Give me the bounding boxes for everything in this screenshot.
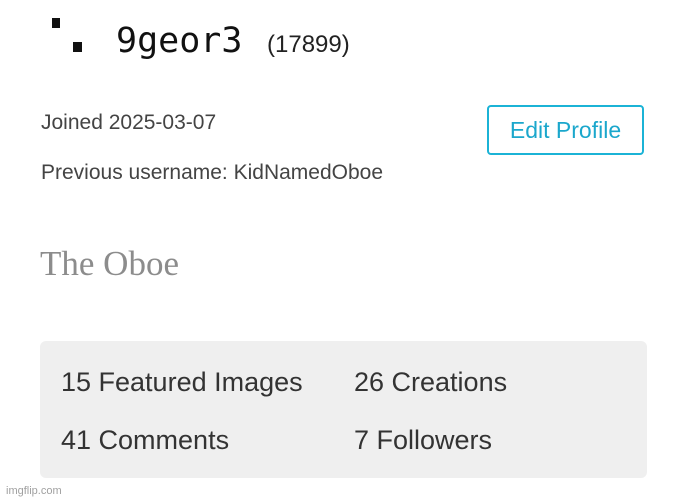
profile-bio: The Oboe [40, 244, 179, 283]
imgflip-watermark: imgflip.com [6, 485, 62, 497]
user-points: (17899) [267, 31, 350, 58]
edit-profile-button[interactable]: Edit Profile [487, 105, 644, 155]
avatar [52, 18, 88, 54]
stat-featured-images[interactable]: 15 Featured Images [61, 362, 303, 402]
username: 9geor3 [116, 21, 243, 61]
avatar-pixel [52, 18, 60, 28]
stat-comments[interactable]: 41 Comments [61, 420, 229, 460]
stats-panel: 15 Featured Images 26 Creations 41 Comme… [40, 341, 647, 478]
stat-followers[interactable]: 7 Followers [354, 420, 492, 460]
avatar-pixel [73, 42, 82, 52]
joined-date: Joined 2025-03-07 [41, 111, 217, 134]
previous-username: Previous username: KidNamedOboe [41, 161, 384, 184]
stat-creations[interactable]: 26 Creations [354, 362, 507, 402]
